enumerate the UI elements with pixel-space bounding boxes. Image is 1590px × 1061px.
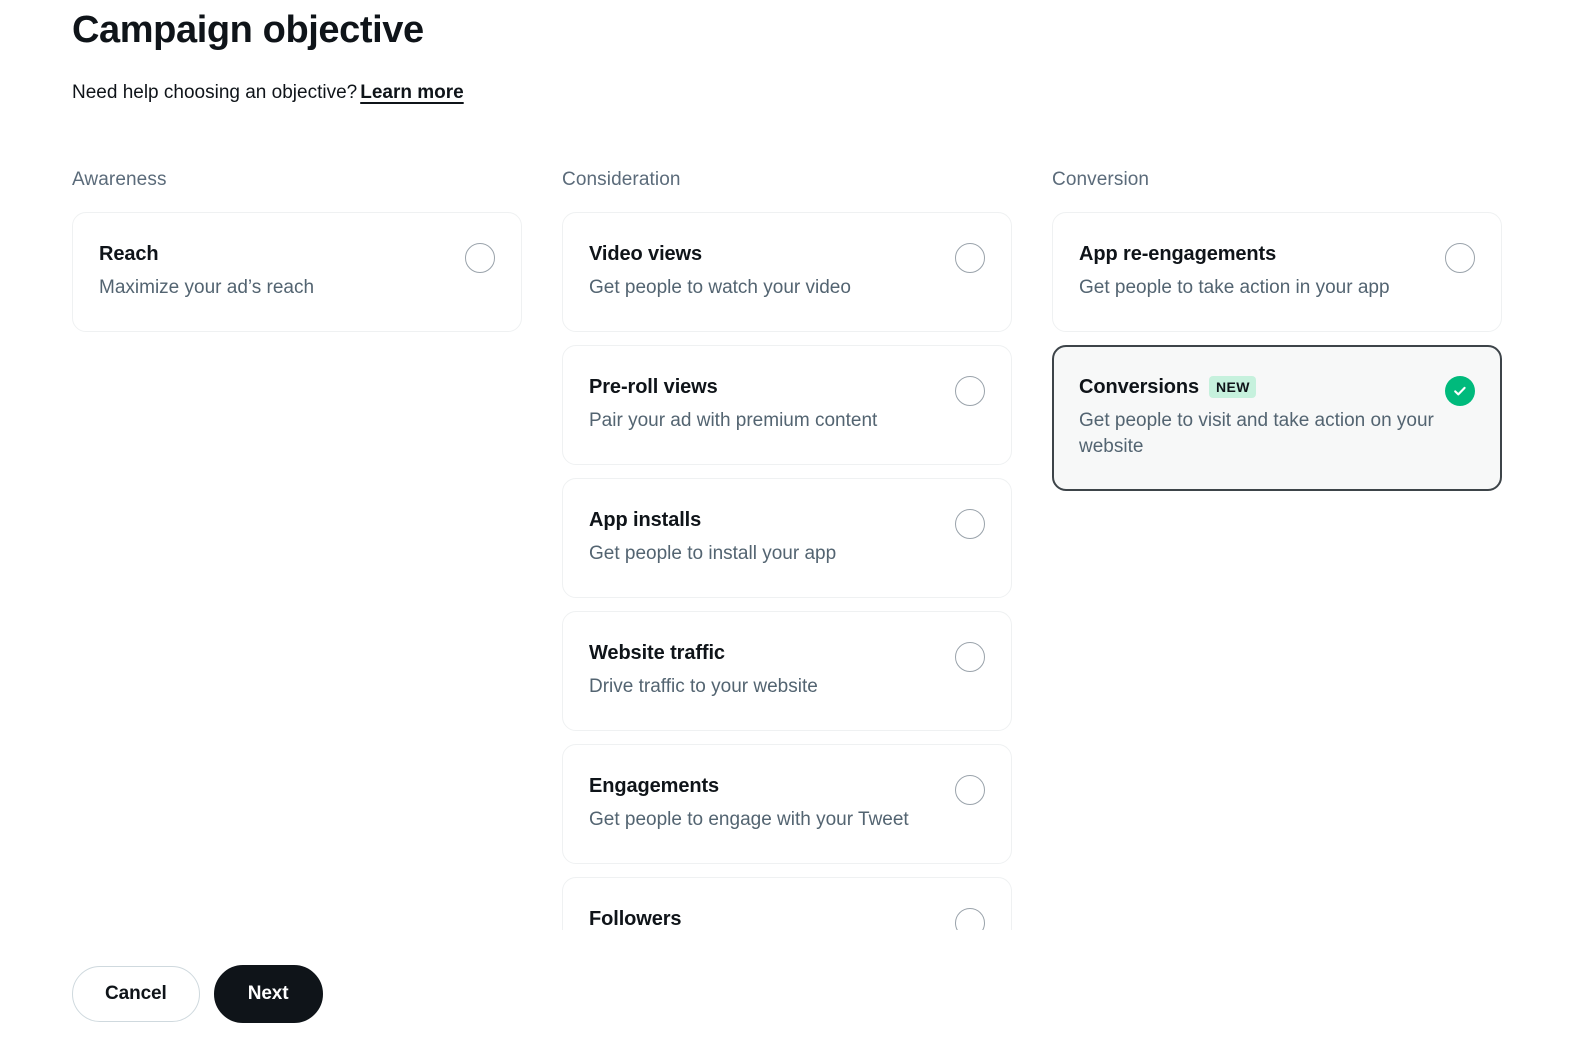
card-description: Maximize your ad’s reach	[99, 275, 495, 301]
card-title-row: App re-engagements	[1079, 241, 1475, 267]
objective-column: Awareness Reach Maximize your ad’s reach	[72, 168, 522, 930]
radio-unselected-icon[interactable]	[955, 775, 985, 805]
card-title: Video views	[589, 241, 702, 267]
objective-card[interactable]: Reach Maximize your ad’s reach	[72, 212, 522, 332]
new-badge: NEW	[1209, 376, 1256, 398]
objective-card[interactable]: App re-engagements Get people to take act…	[1052, 212, 1502, 332]
radio-circle	[955, 509, 985, 539]
radio-circle	[465, 243, 495, 273]
radio-circle	[1445, 243, 1475, 273]
page-title: Campaign objective	[72, 0, 1518, 54]
card-title-row: Engagements	[589, 773, 985, 799]
card-description: Get people to watch your video	[589, 275, 985, 301]
column-title: Consideration	[562, 168, 1012, 192]
card-title-row: Reach	[99, 241, 495, 267]
objective-card[interactable]: Engagements Get people to engage with you…	[562, 744, 1012, 864]
learn-more-link[interactable]: Learn more	[360, 82, 463, 103]
objective-column: Conversion App re-engagements Get people t…	[1052, 168, 1502, 930]
column-title: Conversion	[1052, 168, 1502, 192]
radio-unselected-icon[interactable]	[955, 243, 985, 273]
radio-unselected-icon[interactable]	[465, 243, 495, 273]
card-title: Followers	[589, 906, 681, 930]
help-text-row: Need help choosing an objective?Learn mo…	[72, 80, 1518, 106]
radio-unselected-icon[interactable]	[955, 509, 985, 539]
footer-actions: Cancel Next	[72, 965, 323, 1023]
radio-unselected-icon[interactable]	[955, 908, 985, 930]
card-title: Website traffic	[589, 640, 725, 666]
card-title-row: Website traffic	[589, 640, 985, 666]
objective-card-list: App re-engagements Get people to take act…	[1052, 212, 1502, 491]
objective-card[interactable]: FollowersBuild an audience for your acco…	[562, 877, 1012, 930]
objective-column: Consideration Video views Get people to wa…	[562, 168, 1012, 930]
card-title-row: Video views	[589, 241, 985, 267]
cancel-button[interactable]: Cancel	[72, 966, 200, 1022]
objective-card-list: Reach Maximize your ad’s reach	[72, 212, 522, 332]
card-title-row: App installs	[589, 507, 985, 533]
radio-circle	[955, 243, 985, 273]
card-title: Conversions	[1079, 374, 1199, 400]
radio-circle	[955, 775, 985, 805]
objective-card[interactable]: Website traffic Drive traffic to your web…	[562, 611, 1012, 731]
card-title-row: Conversions NEW	[1079, 374, 1475, 400]
card-description: Drive traffic to your website	[589, 674, 985, 700]
column-title: Awareness	[72, 168, 522, 192]
card-description: Pair your ad with premium content	[589, 408, 985, 434]
campaign-objective-page: Campaign objective Need help choosing an…	[0, 0, 1590, 1061]
objective-card[interactable]: Conversions NEW Get people to visit and ta…	[1052, 345, 1502, 491]
radio-circle	[955, 642, 985, 672]
card-title: Pre-roll views	[589, 374, 718, 400]
card-title: App installs	[589, 507, 701, 533]
objective-columns: Awareness Reach Maximize your ad’s reach Co…	[72, 168, 1518, 930]
objective-card[interactable]: App installs Get people to install your a…	[562, 478, 1012, 598]
card-title: App re-engagements	[1079, 241, 1276, 267]
objective-card[interactable]: Pre-roll views Pair your ad with premium …	[562, 345, 1012, 465]
radio-unselected-icon[interactable]	[955, 642, 985, 672]
help-text: Need help choosing an objective?	[72, 82, 357, 103]
card-title: Reach	[99, 241, 159, 267]
check-icon	[1445, 376, 1475, 406]
card-description: Get people to engage with your Tweet	[589, 807, 985, 833]
card-description: Get people to install your app	[589, 541, 985, 567]
radio-circle	[955, 908, 985, 930]
objective-card[interactable]: Video views Get people to watch your vide…	[562, 212, 1012, 332]
radio-unselected-icon[interactable]	[955, 376, 985, 406]
radio-circle	[955, 376, 985, 406]
card-title-row: Followers	[589, 906, 985, 930]
card-title-row: Pre-roll views	[589, 374, 985, 400]
radio-unselected-icon[interactable]	[1445, 243, 1475, 273]
card-description: Get people to take action in your app	[1079, 275, 1475, 301]
card-description: Get people to visit and take action on y…	[1079, 408, 1475, 460]
check-circle-icon[interactable]	[1445, 376, 1475, 406]
card-title: Engagements	[589, 773, 719, 799]
next-button[interactable]: Next	[214, 965, 323, 1023]
objective-card-list: Video views Get people to watch your vide…	[562, 212, 1012, 930]
